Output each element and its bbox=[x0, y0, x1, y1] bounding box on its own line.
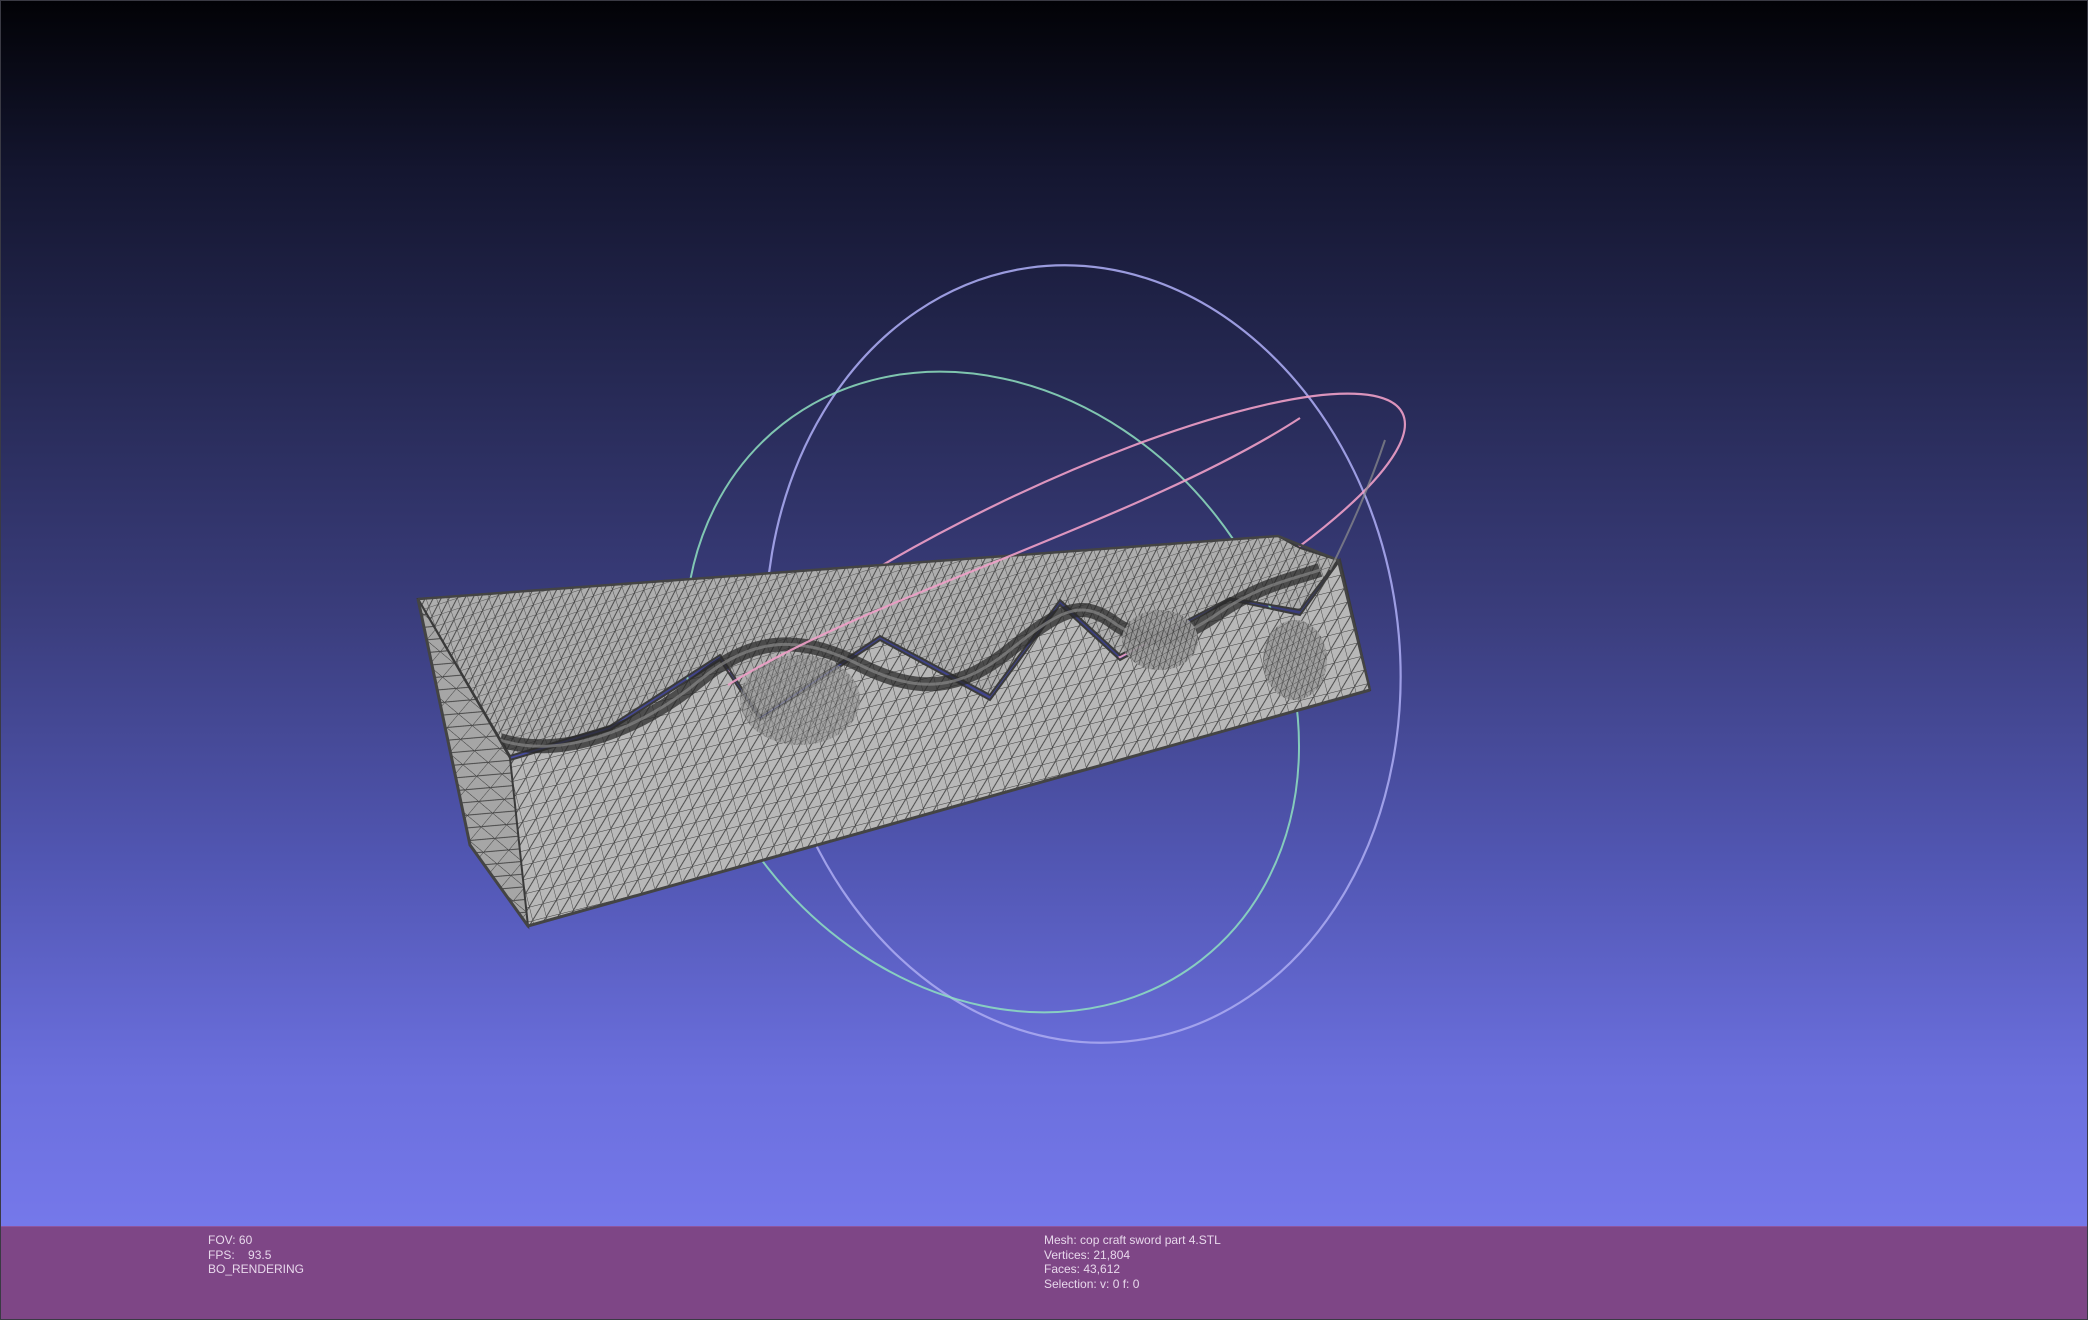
fps-label: FPS: bbox=[208, 1247, 235, 1262]
status-info-bar: FOV: 60 FPS: 93.5 BO_RENDERING Mesh: cop… bbox=[0, 1226, 2088, 1320]
mesh-dense-patch bbox=[1263, 620, 1327, 700]
mesh-info: Mesh: cop craft sword part 4.STL Vertice… bbox=[1044, 1233, 1221, 1291]
selection-value: v: 0 f: 0 bbox=[1100, 1276, 1140, 1291]
vertices-label: Vertices: bbox=[1044, 1247, 1091, 1262]
fov-value: 60 bbox=[238, 1233, 253, 1247]
faces-label: Faces: bbox=[1044, 1262, 1081, 1276]
fov-label: FOV: bbox=[208, 1233, 236, 1247]
mesh-label: Mesh: bbox=[1044, 1233, 1077, 1247]
vertices-value: 21,804 bbox=[1093, 1247, 1131, 1262]
selection-readout: Selection: v: 0 f: 0 bbox=[1044, 1277, 1221, 1292]
fps-readout: FPS: 93.5 bbox=[208, 1248, 304, 1263]
fov-readout: FOV: 60 bbox=[208, 1233, 304, 1248]
mesh-name: cop craft sword part 4.STL bbox=[1080, 1233, 1221, 1247]
selection-label: Selection: bbox=[1044, 1276, 1097, 1291]
scene-canvas[interactable] bbox=[0, 0, 2088, 1226]
mesh-model[interactable] bbox=[416, 534, 1372, 930]
render-mode: BO_RENDERING bbox=[208, 1262, 305, 1276]
mesh-dense-patch bbox=[1122, 610, 1198, 670]
fps-value: 93.5 bbox=[248, 1247, 272, 1262]
faces-value: 43,612 bbox=[1083, 1262, 1121, 1276]
meshlab-window: FOV: 60 FPS: 93.5 BO_RENDERING Mesh: cop… bbox=[0, 0, 2088, 1320]
mesh-name-readout: Mesh: cop craft sword part 4.STL bbox=[1044, 1233, 1221, 1248]
faces-readout: Faces: 43,612 bbox=[1044, 1262, 1221, 1277]
render-info: FOV: 60 FPS: 93.5 BO_RENDERING bbox=[208, 1233, 304, 1277]
3d-viewport[interactable] bbox=[0, 0, 2088, 1226]
vertices-readout: Vertices: 21,804 bbox=[1044, 1248, 1221, 1263]
